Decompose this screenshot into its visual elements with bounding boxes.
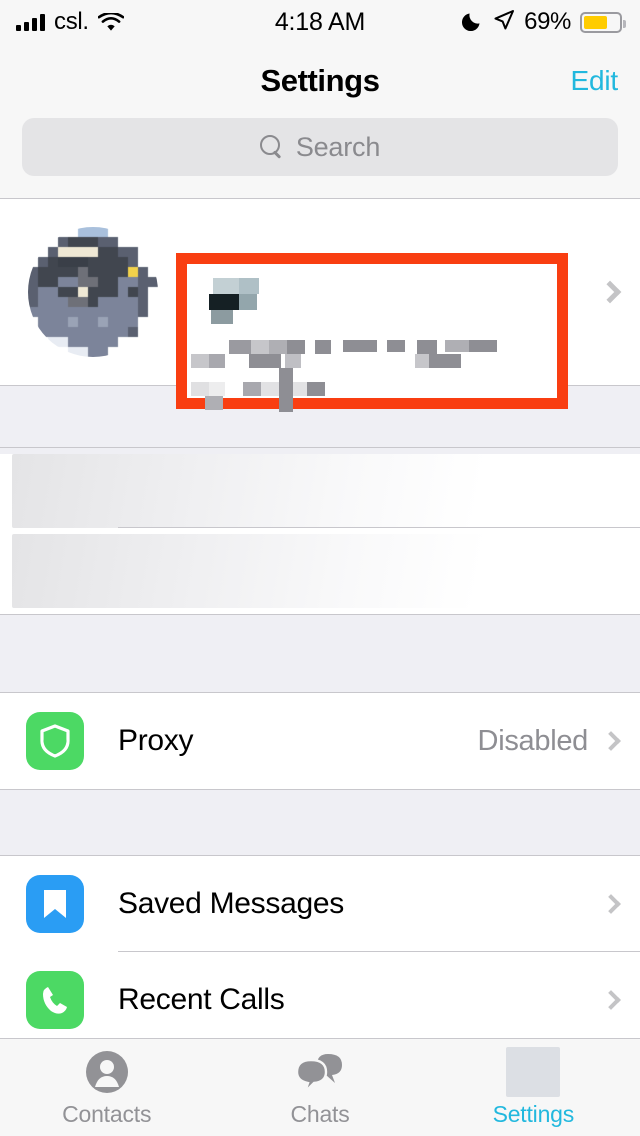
search-icon — [259, 135, 284, 159]
status-bar: csl. 4:18 AM 69% — [0, 0, 640, 44]
redacted-row-1 — [12, 454, 595, 528]
search-placeholder: Search — [295, 131, 381, 162]
chevron-right-icon — [598, 280, 622, 304]
shield-icon — [26, 712, 84, 770]
proxy-section: Proxy Disabled — [0, 693, 640, 790]
settings-row-recent-calls[interactable]: Recent Calls — [0, 952, 640, 1048]
tab-label: Contacts — [62, 1101, 152, 1127]
tab-settings[interactable]: Settings — [427, 1047, 640, 1128]
bookmark-icon — [26, 875, 84, 933]
proxy-status-value: Disabled — [477, 724, 589, 757]
redacted-user-details — [187, 264, 557, 412]
settings-gear-icon — [506, 1047, 561, 1097]
redaction-annotation-box — [176, 253, 568, 412]
settings-row-proxy[interactable]: Proxy Disabled — [0, 693, 640, 789]
signal-bars-icon — [16, 13, 45, 31]
redacted-section — [0, 454, 640, 615]
edit-button[interactable]: Edit — [571, 65, 619, 97]
settings-row-label: Proxy — [118, 724, 194, 757]
chevron-right-icon — [601, 990, 621, 1010]
list-item[interactable] — [0, 454, 640, 528]
location-arrow-icon — [493, 9, 515, 36]
chevron-right-icon — [601, 731, 621, 751]
battery-icon — [580, 11, 626, 33]
navigation-bar: Settings Edit — [0, 44, 640, 118]
chevron-right-icon — [601, 894, 621, 914]
tab-chats[interactable]: Chats — [213, 1047, 426, 1128]
section-gap-2 — [0, 615, 640, 693]
section-gap-3 — [0, 790, 640, 856]
search-input[interactable]: Search — [22, 118, 618, 176]
contacts-person-icon — [84, 1047, 130, 1097]
settings-row-label: Saved Messages — [118, 887, 344, 920]
app-screen: csl. 4:18 AM 69% Settings Edit Search Pr… — [0, 0, 640, 1136]
settings-row-saved-messages[interactable]: Saved Messages — [0, 856, 640, 952]
carrier-label: csl. — [54, 8, 89, 35]
phone-icon — [26, 971, 84, 1029]
user-avatar-image — [28, 227, 158, 357]
wifi-icon — [97, 11, 125, 32]
search-container: Search — [0, 118, 640, 198]
battery-percent-label: 69% — [524, 8, 571, 35]
tab-label: Settings — [492, 1101, 575, 1127]
moon-icon — [462, 9, 484, 36]
list-item[interactable] — [0, 534, 640, 608]
tab-label: Chats — [290, 1101, 350, 1127]
status-bar-left: csl. — [16, 8, 125, 36]
page-title: Settings — [260, 63, 380, 98]
tab-contacts[interactable]: Contacts — [0, 1047, 213, 1128]
tab-bar: Contacts Chats Settings — [0, 1038, 640, 1136]
redacted-row-2 — [12, 534, 595, 608]
settings-row-label: Recent Calls — [118, 983, 285, 1016]
chats-bubbles-icon — [295, 1047, 345, 1097]
status-bar-right: 69% — [462, 8, 626, 36]
messages-section: Saved Messages Recent Calls — [0, 856, 640, 1048]
